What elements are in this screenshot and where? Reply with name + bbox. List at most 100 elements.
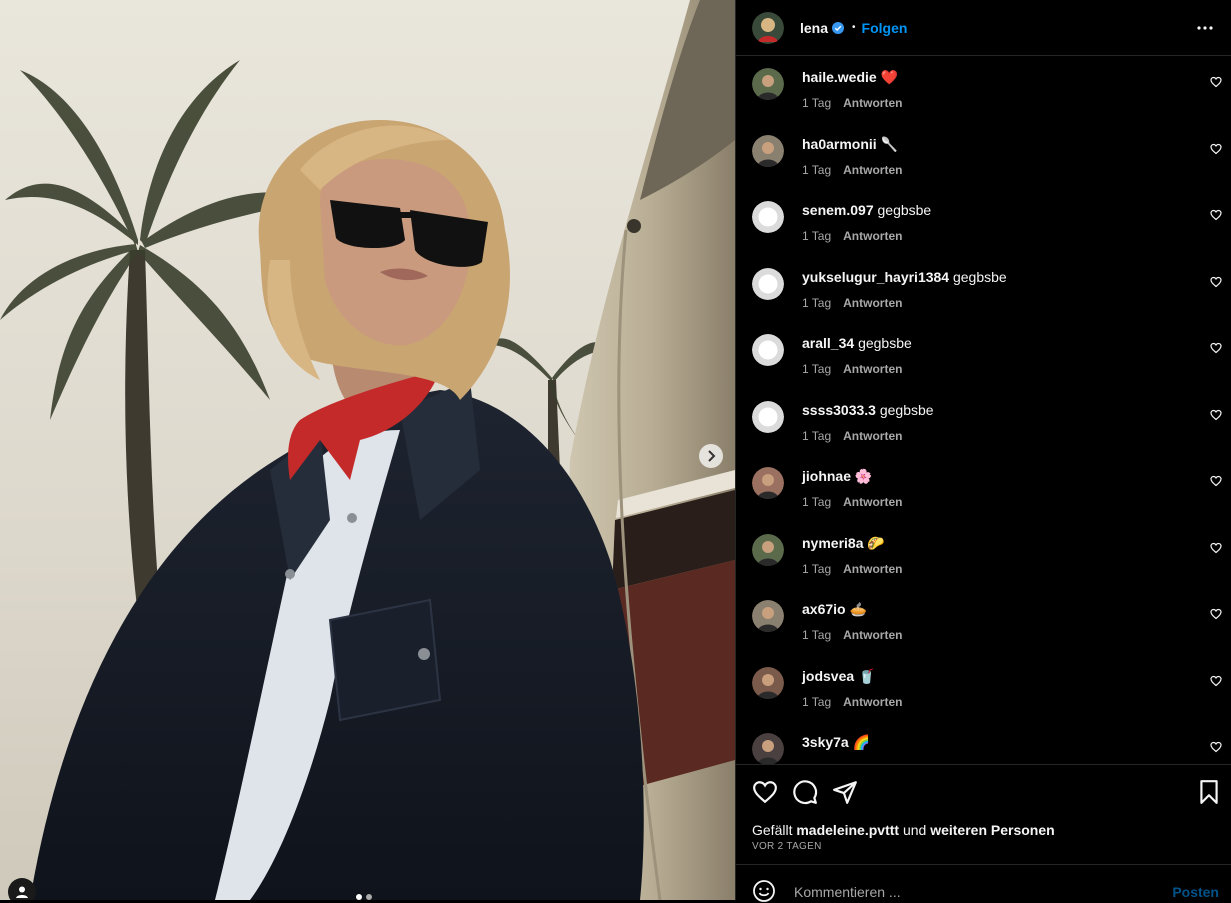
post-date: VOR 2 TAGEN [752, 841, 822, 852]
comment-meta: 1 Tag Antworten [802, 163, 902, 177]
post-header: lena • Folgen [736, 0, 1231, 56]
carousel-dot [356, 894, 362, 900]
reply-button[interactable]: Antworten [843, 562, 902, 576]
comment-body: gegbsbe [952, 268, 1007, 285]
comment-like-heart-icon[interactable] [1210, 276, 1222, 288]
comment-body: 🌮 [867, 534, 885, 551]
reply-button[interactable]: Antworten [843, 96, 902, 110]
comment-meta: 1 Tag Antworten [802, 562, 902, 576]
comment-icon[interactable] [792, 779, 818, 805]
comment-composer: Posten [736, 864, 1231, 903]
comment-item: ha0armonii 🥄 1 Tag Antworten [736, 123, 1231, 189]
commenter-username[interactable]: haile.wedie [802, 69, 877, 85]
commenter-avatar[interactable] [752, 400, 784, 433]
comment-item: jodsvea 🥤 1 Tag Antworten [736, 655, 1231, 721]
commenter-username[interactable]: jiohnae [802, 468, 851, 484]
commenter-avatar[interactable] [752, 334, 784, 366]
comment-body: 🌸 [854, 468, 873, 484]
reply-button[interactable]: Antworten [843, 296, 902, 310]
reply-button[interactable]: Antworten [843, 495, 902, 509]
emoji-icon[interactable] [752, 879, 776, 903]
commenter-avatar[interactable] [752, 533, 784, 566]
commenter-avatar[interactable] [752, 467, 784, 499]
comment-item: yukselugur_hayri1384 gegbsbe 1 Tag Antwort… [736, 256, 1231, 322]
commenter-username[interactable]: jodsvea [802, 668, 854, 684]
post-actions: Gefällt madeleine.pvttt und weiteren Per… [736, 764, 1231, 864]
comment-like-heart-icon[interactable] [1210, 475, 1222, 487]
commenter-username[interactable]: 3sky7a [802, 734, 849, 750]
comment-time: 1 Tag [802, 495, 832, 509]
bookmark-icon[interactable] [1196, 779, 1222, 805]
comment-item: nymeri8a 🌮 1 Tag Antworten [736, 522, 1231, 588]
comment-text: haile.wedie ❤️ [802, 69, 898, 86]
commenter-avatar[interactable] [752, 733, 784, 764]
commenter-avatar[interactable] [752, 134, 784, 167]
comment-meta: 1 Tag Antworten [802, 628, 902, 642]
reply-button[interactable]: Antworten [843, 695, 902, 709]
commenter-username[interactable]: nymeri8a [802, 535, 863, 551]
comment-item: ssss3033.3 gegbsbe 1 Tag Antworten [736, 389, 1231, 455]
comment-meta: 1 Tag Antworten [802, 96, 902, 110]
reply-button[interactable]: Antworten [843, 628, 902, 642]
commenter-username[interactable]: ha0armonii [802, 136, 877, 152]
comments-list[interactable]: haile.wedie ❤️ 1 Tag Antworten ha0armonii 🥄… [736, 56, 1231, 764]
comment-like-heart-icon[interactable] [1210, 608, 1222, 620]
post-image [0, 0, 735, 900]
carousel-indicator [356, 894, 372, 900]
comment-item: senem.097 gegbsbe 1 Tag Antworten [736, 189, 1231, 255]
commenter-avatar[interactable] [752, 68, 784, 100]
comment-like-heart-icon[interactable] [1210, 76, 1222, 88]
author-username[interactable]: lena [800, 20, 828, 36]
comment-body: gegbsbe [879, 401, 934, 418]
commenter-username[interactable]: senem.097 [802, 202, 874, 218]
comment-like-heart-icon[interactable] [1210, 342, 1222, 354]
comment-like-heart-icon[interactable] [1210, 741, 1222, 753]
reply-button[interactable]: Antworten [843, 229, 902, 243]
comment-like-heart-icon[interactable] [1210, 143, 1222, 155]
comment-text: nymeri8a 🌮 [802, 535, 885, 552]
comment-body: 🥧 [849, 601, 867, 617]
comment-text: jiohnae 🌸 [802, 468, 872, 485]
likes-others[interactable]: weiteren Personen [930, 822, 1055, 838]
comment-body: 🥄 [880, 135, 899, 152]
comment-time: 1 Tag [802, 694, 832, 709]
commenter-avatar[interactable] [752, 267, 784, 300]
next-image-button[interactable] [699, 444, 723, 468]
comment-time: 1 Tag [802, 162, 832, 177]
comment-like-heart-icon[interactable] [1210, 409, 1222, 421]
comment-like-heart-icon[interactable] [1210, 675, 1222, 687]
comment-item: 3sky7a 🌈 [736, 721, 1231, 764]
post-photo[interactable] [0, 0, 735, 900]
follow-button[interactable]: Folgen [862, 20, 908, 36]
comment-text: 3sky7a 🌈 [802, 734, 870, 751]
more-options-button[interactable] [1195, 18, 1215, 38]
comment-input[interactable] [792, 883, 1156, 901]
comment-like-heart-icon[interactable] [1210, 542, 1222, 554]
post-comment-button[interactable]: Posten [1172, 884, 1219, 900]
paper-plane-icon[interactable] [832, 779, 858, 805]
commenter-avatar[interactable] [752, 600, 784, 632]
commenter-username[interactable]: ax67io [802, 601, 846, 617]
liker-username[interactable]: madeleine.pvttt [796, 822, 899, 838]
user-tag-button[interactable] [8, 878, 36, 900]
commenter-avatar[interactable] [752, 666, 784, 699]
reply-button[interactable]: Antworten [843, 163, 902, 177]
comment-time: 1 Tag [802, 96, 832, 110]
reply-button[interactable]: Antworten [843, 362, 902, 376]
commenter-username[interactable]: arall_34 [802, 335, 854, 351]
comment-time: 1 Tag [802, 428, 832, 443]
commenter-username[interactable]: ssss3033.3 [802, 402, 876, 418]
heart-icon[interactable] [752, 779, 778, 805]
comment-meta: 1 Tag Antworten [802, 695, 902, 709]
comment-body: gegbsbe [877, 202, 932, 218]
comment-meta: 1 Tag Antworten [802, 229, 902, 243]
reply-button[interactable]: Antworten [843, 429, 902, 443]
commenter-username[interactable]: yukselugur_hayri1384 [802, 269, 949, 285]
comment-meta: 1 Tag Antworten [802, 495, 902, 509]
author-avatar[interactable] [752, 11, 784, 44]
commenter-avatar[interactable] [752, 201, 784, 233]
comment-item: arall_34 gegbsbe 1 Tag Antworten [736, 322, 1231, 388]
comment-meta: 1 Tag Antworten [802, 296, 902, 310]
comment-like-heart-icon[interactable] [1210, 209, 1222, 221]
comment-body: 🌈 [852, 734, 871, 750]
